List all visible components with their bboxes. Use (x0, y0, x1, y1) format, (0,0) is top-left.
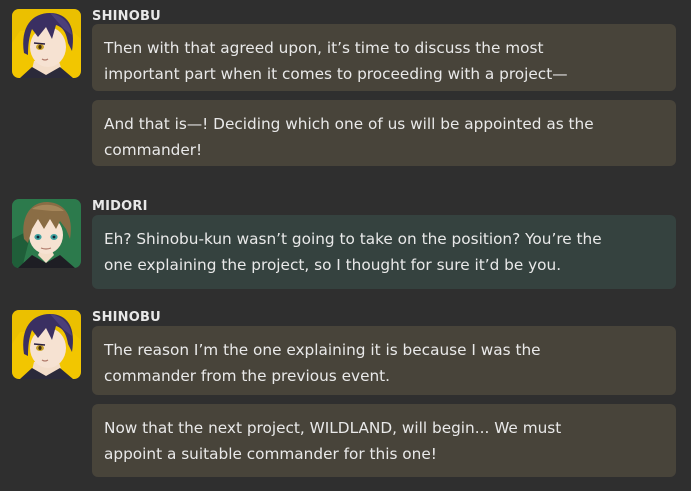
message-bubble: The reason I’m the one explaining it is … (92, 326, 676, 395)
shinobu-avatar-icon[interactable] (12, 9, 81, 78)
message-text: Now that the next project, WILDLAND, wil… (104, 419, 562, 437)
message-text: And that is—! Deciding which one of us w… (104, 115, 594, 133)
message-text: commander from the previous event. (104, 367, 391, 385)
speaker-name: SHINOBU (92, 310, 161, 325)
speaker-name: MIDORI (92, 199, 148, 214)
message-bubble: Now that the next project, WILDLAND, wil… (92, 404, 676, 477)
message-bubble: And that is—! Deciding which one of us w… (92, 100, 676, 166)
midori-avatar-icon[interactable] (12, 199, 81, 268)
message-text: commander! (104, 141, 203, 159)
message-bubble: Then with that agreed upon, it’s time to… (92, 24, 676, 91)
message-text: Eh? Shinobu-kun wasn’t going to take on … (104, 230, 602, 248)
message-text: appoint a suitable commander for this on… (104, 445, 437, 463)
message-text: one explaining the project, so I thought… (104, 256, 562, 274)
message-text: The reason I’m the one explaining it is … (104, 341, 541, 359)
speaker-name: SHINOBU (92, 9, 161, 24)
message-bubble: Eh? Shinobu-kun wasn’t going to take on … (92, 215, 676, 289)
shinobu-avatar-icon[interactable] (12, 310, 81, 379)
message-text: Then with that agreed upon, it’s time to… (104, 39, 544, 57)
message-text: important part when it comes to proceedi… (104, 65, 568, 83)
